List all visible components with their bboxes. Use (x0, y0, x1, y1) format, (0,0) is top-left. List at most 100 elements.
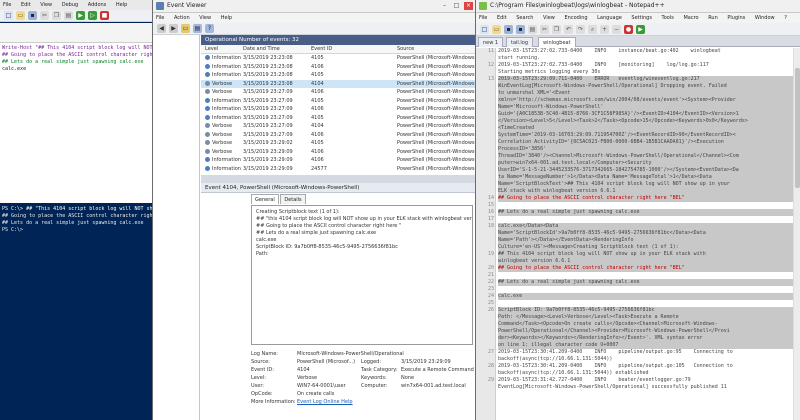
np-print-icon[interactable]: ▤ (528, 24, 537, 34)
splitter[interactable] (201, 175, 475, 183)
np-menu-plugins[interactable]: Plugins (727, 15, 745, 21)
ise-menu-edit[interactable]: Edit (21, 2, 31, 8)
save-icon[interactable]: ▪ (28, 11, 37, 20)
table-row[interactable]: Verbose 3/15/2019 23:27:09 4106 PowerShell … (201, 131, 475, 140)
events-grid[interactable]: Level Date and Time Event ID Source Info… (201, 45, 475, 175)
table-row[interactable]: Verbose 3/15/2019 23:29:02 4105 PowerShell … (201, 139, 475, 148)
back-icon[interactable]: ◀ (157, 24, 166, 33)
line-number: 12 (487, 62, 494, 68)
line-number: 23 (487, 286, 494, 292)
powershell-console[interactable]: PS C:\> ## "This 4104 script block log w… (0, 203, 152, 420)
line-number: 15 (487, 202, 494, 208)
run-selection-icon[interactable]: ▷ (88, 11, 97, 20)
tab-general[interactable]: General (251, 194, 279, 204)
table-row[interactable]: Information 3/15/2019 23:27:09 4106 PowerSh… (201, 105, 475, 114)
code-line: to unmarshal XML='<Event (498, 90, 798, 97)
maximize-icon[interactable]: □ (452, 2, 461, 10)
paste-icon[interactable]: ▤ (64, 11, 73, 20)
table-row[interactable]: Information 3/15/2019 23:23:08 4106 PowerSh… (201, 63, 475, 72)
table-row[interactable]: Information 3/15/2019 23:23:08 4105 PowerSh… (201, 71, 475, 80)
ev-menu-help[interactable]: Help (221, 15, 232, 21)
stop-icon[interactable]: ■ (100, 11, 109, 20)
doc-tab-winlogbeat[interactable]: winlogbeat (538, 37, 576, 47)
np-menu-window[interactable]: Window (755, 15, 775, 21)
table-row[interactable]: Verbose 3/15/2019 23:29:09 4106 PowerShell … (201, 148, 475, 157)
np-new-icon[interactable]: □ (480, 24, 489, 34)
col-source[interactable]: Source (397, 45, 414, 54)
np-cut-icon[interactable]: ✂ (540, 24, 549, 34)
ise-menu-addons[interactable]: Addons (88, 2, 107, 8)
np-menu-edit[interactable]: Edit (497, 15, 507, 21)
detail-line: ScriptBlock ID: 9a7b0ff8-8535-46c5-9495-… (256, 244, 398, 250)
cell-eventid: 4106 (311, 63, 324, 70)
copy-icon[interactable]: ❐ (52, 11, 61, 20)
np-menu-help[interactable]: ? (784, 15, 787, 21)
table-row[interactable]: Information 3/15/2019 23:29:09 4106 PowerSh… (201, 156, 475, 165)
help-icon[interactable]: ? (205, 24, 214, 33)
np-menu-tools[interactable]: Tools (662, 15, 674, 21)
table-row[interactable]: Verbose 3/15/2019 23:27:09 4104 PowerShell … (201, 122, 475, 131)
np-menu-search[interactable]: Search (516, 15, 533, 21)
doc-tab-tail[interactable]: tail.log (506, 37, 534, 47)
log-text-area[interactable]: 2019-03-15T23:27:02.733-0400 INFO instan… (498, 48, 798, 420)
close-icon[interactable]: × (464, 2, 473, 10)
np-copy-icon[interactable]: ❐ (552, 24, 561, 34)
properties-icon[interactable]: ▤ (193, 24, 202, 33)
ise-menu-help[interactable]: Help (116, 2, 127, 8)
scrollbar-thumb[interactable] (795, 68, 800, 188)
np-menu-view[interactable]: View (543, 15, 555, 21)
code-line-text: ScriptBlock ID: 9a7b0ff8-8535-46c5-9495-… (498, 307, 655, 313)
np-save-all-icon[interactable]: ▪ (516, 24, 525, 34)
np-save-icon[interactable]: ▪ (504, 24, 513, 34)
ev-menu-file[interactable]: File (156, 15, 164, 21)
cell-level: Information (205, 114, 241, 123)
np-menu-macro[interactable]: Macro (683, 15, 698, 21)
ise-menu-debug[interactable]: Debug (62, 2, 78, 8)
event-viewer-tree[interactable] (153, 35, 200, 420)
run-icon[interactable]: ▶ (76, 11, 85, 20)
property-value: None (401, 375, 415, 381)
np-record-icon[interactable]: ● (624, 24, 633, 34)
np-zoom-in-icon[interactable]: + (600, 24, 609, 34)
ev-menu-view[interactable]: View (199, 15, 211, 21)
np-undo-icon[interactable]: ↶ (564, 24, 573, 34)
table-row[interactable]: Verbose 3/15/2019 23:23:08 4104 PowerShell … (201, 79, 475, 88)
table-row[interactable]: Verbose 3/15/2019 23:27:09 4106 PowerShell … (201, 88, 475, 97)
minimize-icon[interactable]: – (440, 2, 449, 10)
cut-icon[interactable]: ✂ (40, 11, 49, 20)
online-help-link[interactable]: Event Log Online Help (297, 398, 353, 406)
table-row[interactable]: Information 3/15/2019 23:23:08 4105 PowerSh… (201, 54, 475, 63)
event-detail-title: Event 4104, PowerShell (Microsoft-Window… (201, 183, 475, 193)
table-row[interactable]: Information 3/15/2019 23:29:09 24577 PowerS… (201, 165, 475, 174)
new-file-icon[interactable]: □ (4, 11, 13, 20)
ev-menu-action[interactable]: Action (174, 15, 190, 21)
col-eventid[interactable]: Event ID (311, 45, 332, 54)
np-play-icon[interactable]: ▶ (636, 24, 645, 34)
col-level[interactable]: Level (205, 45, 218, 54)
event-message-box[interactable]: Creating Scriptblock text (1 of 1): ## "t… (251, 205, 473, 345)
col-date[interactable]: Date and Time (243, 45, 280, 54)
table-row[interactable]: Information 3/15/2019 23:27:09 4105 PowerSh… (201, 114, 475, 123)
np-menu-run[interactable]: Run (708, 15, 718, 21)
forward-icon[interactable]: ▶ (169, 24, 178, 33)
np-menu-language[interactable]: Language (597, 15, 622, 21)
doc-tab-new1[interactable]: new 1 (478, 37, 504, 47)
folder-icon[interactable]: ▭ (181, 24, 190, 33)
np-find-icon[interactable]: ⌕ (588, 24, 597, 34)
np-menu-settings[interactable]: Settings (631, 15, 652, 21)
event-viewer-toolbar: ◀ ▶ ▭ ▤ ? (153, 23, 475, 35)
ise-menu-view[interactable]: View (40, 2, 52, 8)
ise-menu-file[interactable]: File (3, 2, 11, 8)
np-redo-icon[interactable]: ↷ (576, 24, 585, 34)
np-menu-file[interactable]: File (479, 15, 487, 21)
open-folder-icon[interactable]: ▭ (16, 11, 25, 20)
table-row[interactable]: Information 3/15/2019 23:27:09 4105 PowerSh… (201, 97, 475, 106)
vertical-scrollbar[interactable] (793, 48, 800, 420)
np-menu-encoding[interactable]: Encoding (565, 15, 588, 21)
np-open-icon[interactable]: ▭ (492, 24, 501, 34)
script-editor[interactable]: Write-Host "## This 4104 script block lo… (0, 43, 152, 203)
code-line: puter>win7x64-001.ad.test.local</Compute… (498, 160, 798, 167)
np-zoom-out-icon[interactable]: − (612, 24, 621, 34)
tab-details[interactable]: Details (280, 194, 306, 204)
code-line: on line 1: illegal character code U+0007 (498, 342, 798, 349)
